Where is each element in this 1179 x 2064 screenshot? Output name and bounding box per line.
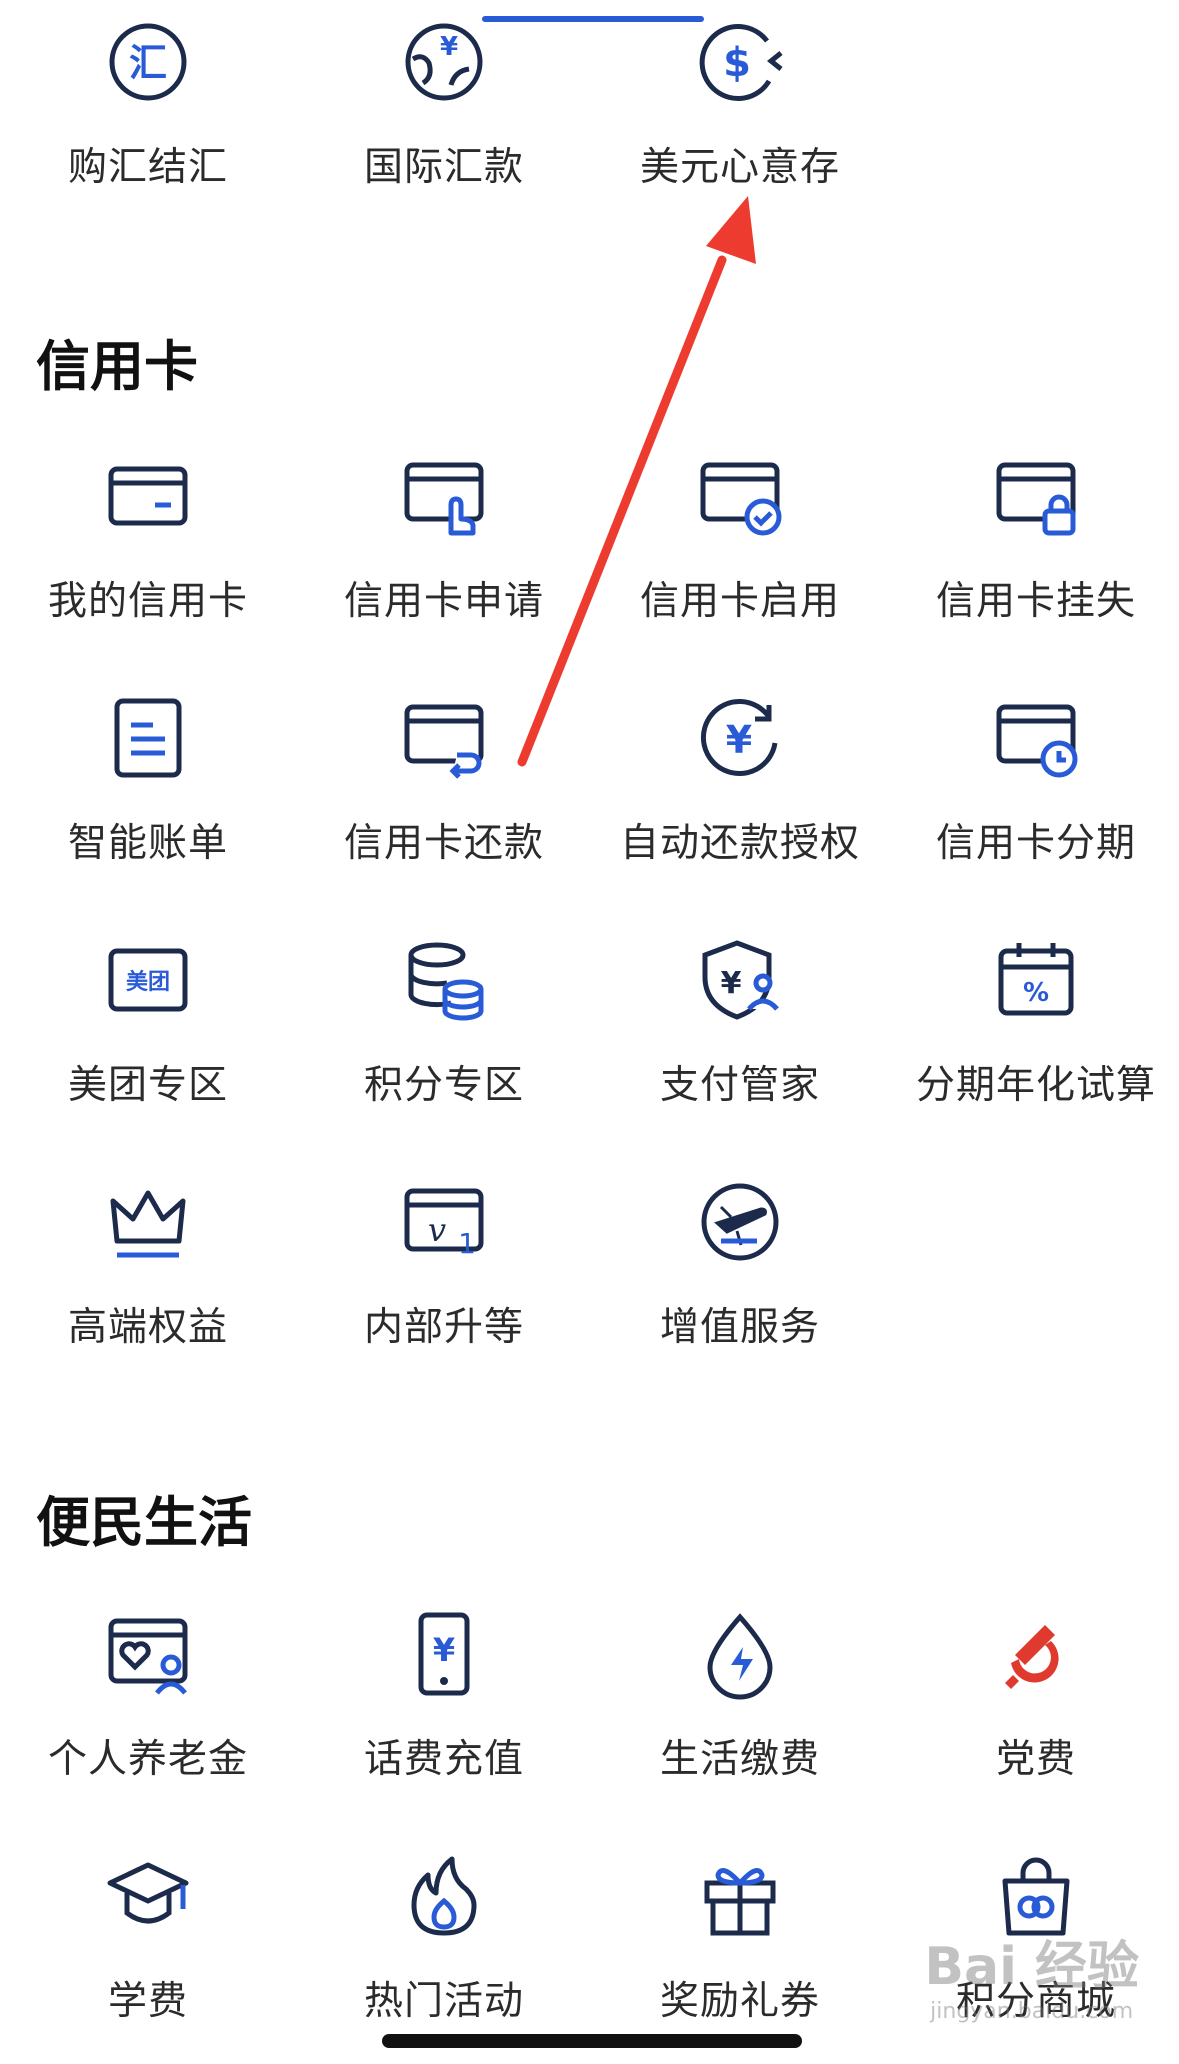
- card-repay-icon: [396, 690, 492, 786]
- svg-text:美团: 美团: [126, 969, 170, 995]
- service-item-party-emblem[interactable]: 党费: [888, 1578, 1179, 1820]
- svg-text:v: v: [428, 1211, 446, 1249]
- service-item-points-coins[interactable]: 积分专区: [296, 904, 592, 1146]
- service-item-exchange[interactable]: 汇购汇结汇: [0, 0, 296, 228]
- payment-shield-icon: ¥: [692, 932, 788, 1028]
- service-item-label: 美元心意存: [639, 145, 840, 190]
- service-item-label: 美团专区: [67, 1063, 228, 1108]
- credit-card-icon: [100, 448, 196, 544]
- service-item-graduation-cap[interactable]: 学费: [0, 1820, 296, 2062]
- service-item-utility-drop[interactable]: 生活缴费: [592, 1578, 888, 1820]
- service-item-label: 话费充值: [363, 1737, 524, 1782]
- service-item-phone-topup[interactable]: ¥ 话费充值: [296, 1578, 592, 1820]
- party-emblem-icon: [988, 1606, 1084, 1702]
- globe-yuan-icon: ¥: [396, 14, 492, 110]
- calendar-percent-icon: %: [988, 932, 1084, 1028]
- service-item-label: 积分专区: [363, 1063, 524, 1108]
- plane-service-icon: [692, 1174, 788, 1270]
- gift-icon: [692, 1848, 788, 1944]
- service-item-label: 支付管家: [659, 1063, 820, 1108]
- card-apply-icon: [396, 448, 492, 544]
- graduation-cap-icon: [100, 1848, 196, 1944]
- pension-card-icon: [100, 1606, 196, 1702]
- service-item-meituan[interactable]: 美团 美团专区: [0, 904, 296, 1146]
- service-item-label: 个人养老金: [47, 1737, 248, 1782]
- dollar-deposit-icon: $: [692, 14, 788, 110]
- watermark-main: Bai 经验: [924, 1937, 1139, 1997]
- service-item-label: 信用卡申请: [343, 579, 544, 624]
- card-lock-icon: [988, 448, 1084, 544]
- crown-icon: [100, 1174, 196, 1270]
- service-item-label: 智能账单: [67, 821, 228, 866]
- service-item-label: 自动还款授权: [619, 821, 860, 866]
- service-item-label: 内部升等: [363, 1305, 524, 1350]
- service-item-card-installment[interactable]: 信用卡分期: [888, 662, 1179, 904]
- service-item-label: 热门活动: [363, 1979, 524, 2024]
- svg-text:1: 1: [458, 1227, 476, 1260]
- service-item-card-activate[interactable]: 信用卡启用: [592, 420, 888, 662]
- service-item-globe-yuan[interactable]: ¥ 国际汇款: [296, 0, 592, 228]
- service-item-label: 党费: [995, 1737, 1076, 1782]
- points-coins-icon: [396, 932, 492, 1028]
- service-item-payment-shield[interactable]: ¥ 支付管家: [592, 904, 888, 1146]
- service-item-label: 信用卡还款: [343, 821, 544, 866]
- svg-text:汇: 汇: [129, 41, 167, 85]
- meituan-icon: 美团: [100, 932, 196, 1028]
- service-item-dollar-deposit[interactable]: $ 美元心意存: [592, 0, 888, 228]
- service-item-label: 信用卡分期: [935, 821, 1136, 866]
- watermark: Bai 经验 jingyan.baidu.com: [924, 1924, 1139, 2024]
- watermark-sub: jingyan.baidu.com: [930, 1999, 1134, 2024]
- service-item-gift[interactable]: 奖励礼券: [592, 1820, 888, 2062]
- exchange-icon: 汇: [100, 14, 196, 110]
- service-item-label: 我的信用卡: [47, 579, 248, 624]
- credit-services-grid: 我的信用卡 信用卡申请 信用卡启用 信用卡挂失智能账单 信用卡还款 ¥ 自动还款授权 信用卡分…: [0, 420, 1179, 1388]
- svg-text:%: %: [1023, 978, 1049, 1008]
- service-item-label: 分期年化试算: [915, 1063, 1156, 1108]
- service-item-pension-card[interactable]: 个人养老金: [0, 1578, 296, 1820]
- service-item-plane-service[interactable]: 增值服务: [592, 1146, 888, 1388]
- card-activate-icon: [692, 448, 788, 544]
- service-item-card-repay[interactable]: 信用卡还款: [296, 662, 592, 904]
- service-item-label: 信用卡启用: [639, 579, 840, 624]
- service-item-auto-repay[interactable]: ¥ 自动还款授权: [592, 662, 888, 904]
- svg-text:¥: ¥: [726, 718, 752, 762]
- bill-icon: [100, 690, 196, 786]
- service-item-credit-card[interactable]: 我的信用卡: [0, 420, 296, 662]
- service-item-label: 学费: [107, 1979, 188, 2024]
- svg-text:$: $: [723, 40, 751, 86]
- svg-text:¥: ¥: [433, 1631, 455, 1669]
- service-item-flame[interactable]: 热门活动: [296, 1820, 592, 2062]
- service-item-card-apply[interactable]: 信用卡申请: [296, 420, 592, 662]
- service-item-label: 信用卡挂失: [935, 579, 1136, 624]
- service-item-label: 购汇结汇: [67, 145, 228, 190]
- service-item-label: 奖励礼券: [659, 1979, 820, 2024]
- service-item-bill[interactable]: 智能账单: [0, 662, 296, 904]
- service-item-crown[interactable]: 高端权益: [0, 1146, 296, 1388]
- credit-section-title: 信用卡: [36, 335, 198, 398]
- upgrade-card-icon: v1: [396, 1174, 492, 1270]
- life-section-title: 便民生活: [36, 1491, 252, 1554]
- phone-topup-icon: ¥: [396, 1606, 492, 1702]
- svg-text:¥: ¥: [721, 966, 742, 1001]
- auto-repay-icon: ¥: [692, 690, 788, 786]
- service-item-card-lock[interactable]: 信用卡挂失: [888, 420, 1179, 662]
- service-item-label: 国际汇款: [363, 145, 524, 190]
- service-item-label: 高端权益: [67, 1305, 228, 1350]
- top-services-grid: 汇购汇结汇 ¥ 国际汇款 $ 美元心意存: [0, 0, 1179, 228]
- card-installment-icon: [988, 690, 1084, 786]
- svg-text:¥: ¥: [440, 32, 458, 62]
- flame-icon: [396, 1848, 492, 1944]
- service-item-upgrade-card[interactable]: v 1 内部升等: [296, 1146, 592, 1388]
- service-item-label: 增值服务: [659, 1305, 820, 1350]
- utility-drop-icon: [692, 1606, 788, 1702]
- service-item-calendar-percent[interactable]: % 分期年化试算: [888, 904, 1179, 1146]
- service-item-label: 生活缴费: [659, 1737, 820, 1782]
- home-indicator: [382, 2034, 802, 2048]
